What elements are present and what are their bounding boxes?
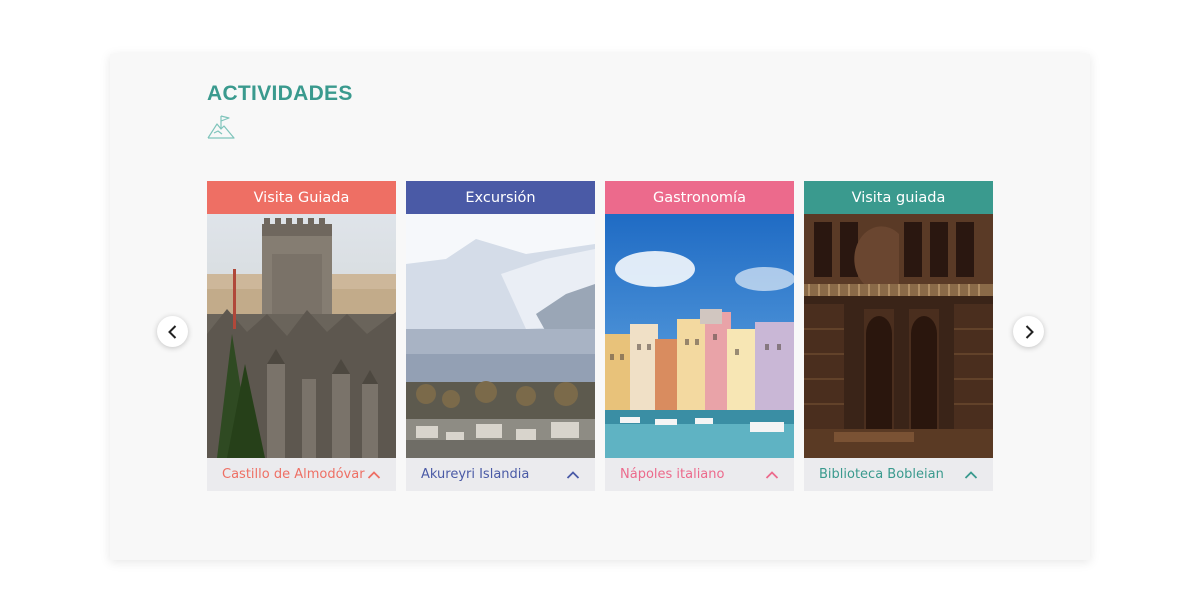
activity-card[interactable]: Visita Guiada Castillo de Almodóvar: [207, 181, 396, 491]
card-title: Akureyri Islandia: [421, 467, 530, 482]
activity-card[interactable]: Gastronomía Nápoles italiano: [605, 181, 794, 491]
card-category: Gastronomía: [605, 181, 794, 214]
activity-card[interactable]: Excursión Akureyri Islandia: [406, 181, 595, 491]
card-title: Biblioteca Bobleian: [819, 467, 944, 482]
castle-photo: [207, 214, 396, 458]
chevron-up-icon[interactable]: [964, 470, 978, 480]
colorful-harbor-photo: [605, 214, 794, 458]
card-footer: Nápoles italiano: [605, 458, 794, 491]
carousel-next-button[interactable]: [1013, 316, 1044, 347]
snowy-mountain-town-photo: [406, 214, 595, 458]
activities-panel: ACTIVIDADES Visita Guiada Castillo de Al…: [110, 54, 1090, 560]
carousel-prev-button[interactable]: [157, 316, 188, 347]
library-interior-photo: [804, 214, 993, 458]
chevron-up-icon[interactable]: [765, 470, 779, 480]
chevron-up-icon[interactable]: [367, 470, 381, 480]
card-category: Visita guiada: [804, 181, 993, 214]
chevron-right-icon: [1025, 324, 1034, 339]
section-title: ACTIVIDADES: [207, 82, 353, 105]
chevron-up-icon[interactable]: [566, 470, 580, 480]
card-category: Excursión: [406, 181, 595, 214]
mountain-flag-icon: [207, 114, 235, 140]
card-title: Castillo de Almodóvar: [222, 467, 365, 482]
card-footer: Akureyri Islandia: [406, 458, 595, 491]
card-category: Visita Guiada: [207, 181, 396, 214]
card-footer: Castillo de Almodóvar: [207, 458, 396, 491]
card-title: Nápoles italiano: [620, 467, 725, 482]
chevron-left-icon: [167, 324, 176, 339]
card-footer: Biblioteca Bobleian: [804, 458, 993, 491]
activity-card[interactable]: Visita guiada Biblioteca Bobleian: [804, 181, 993, 491]
